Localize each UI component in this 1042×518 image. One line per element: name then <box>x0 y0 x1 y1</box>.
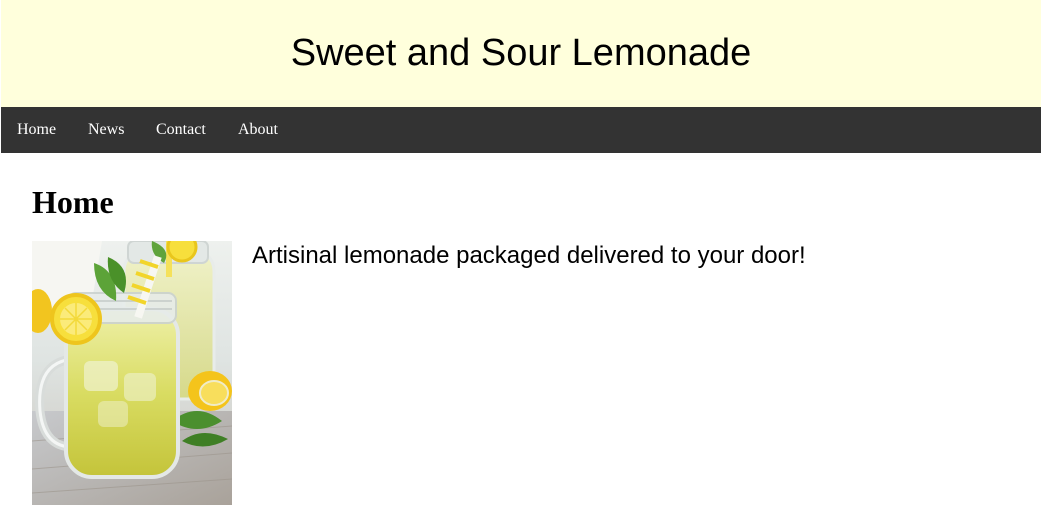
nav-link-home[interactable]: Home <box>17 120 56 140</box>
page-heading: Home <box>32 184 114 220</box>
page: Sweet and Sour Lemonade Home News Contac… <box>1 0 1041 518</box>
tagline-text: Artisinal lemonade packaged delivered to… <box>252 242 806 269</box>
lemonade-photo <box>32 241 232 505</box>
nav-link-news[interactable]: News <box>88 120 124 140</box>
site-header: Sweet and Sour Lemonade <box>1 0 1041 107</box>
nav-link-contact[interactable]: Contact <box>156 120 206 140</box>
nav-link-about[interactable]: About <box>238 120 278 140</box>
top-navigation: Home News Contact About <box>1 107 1041 153</box>
site-title: Sweet and Sour Lemonade <box>290 32 752 74</box>
